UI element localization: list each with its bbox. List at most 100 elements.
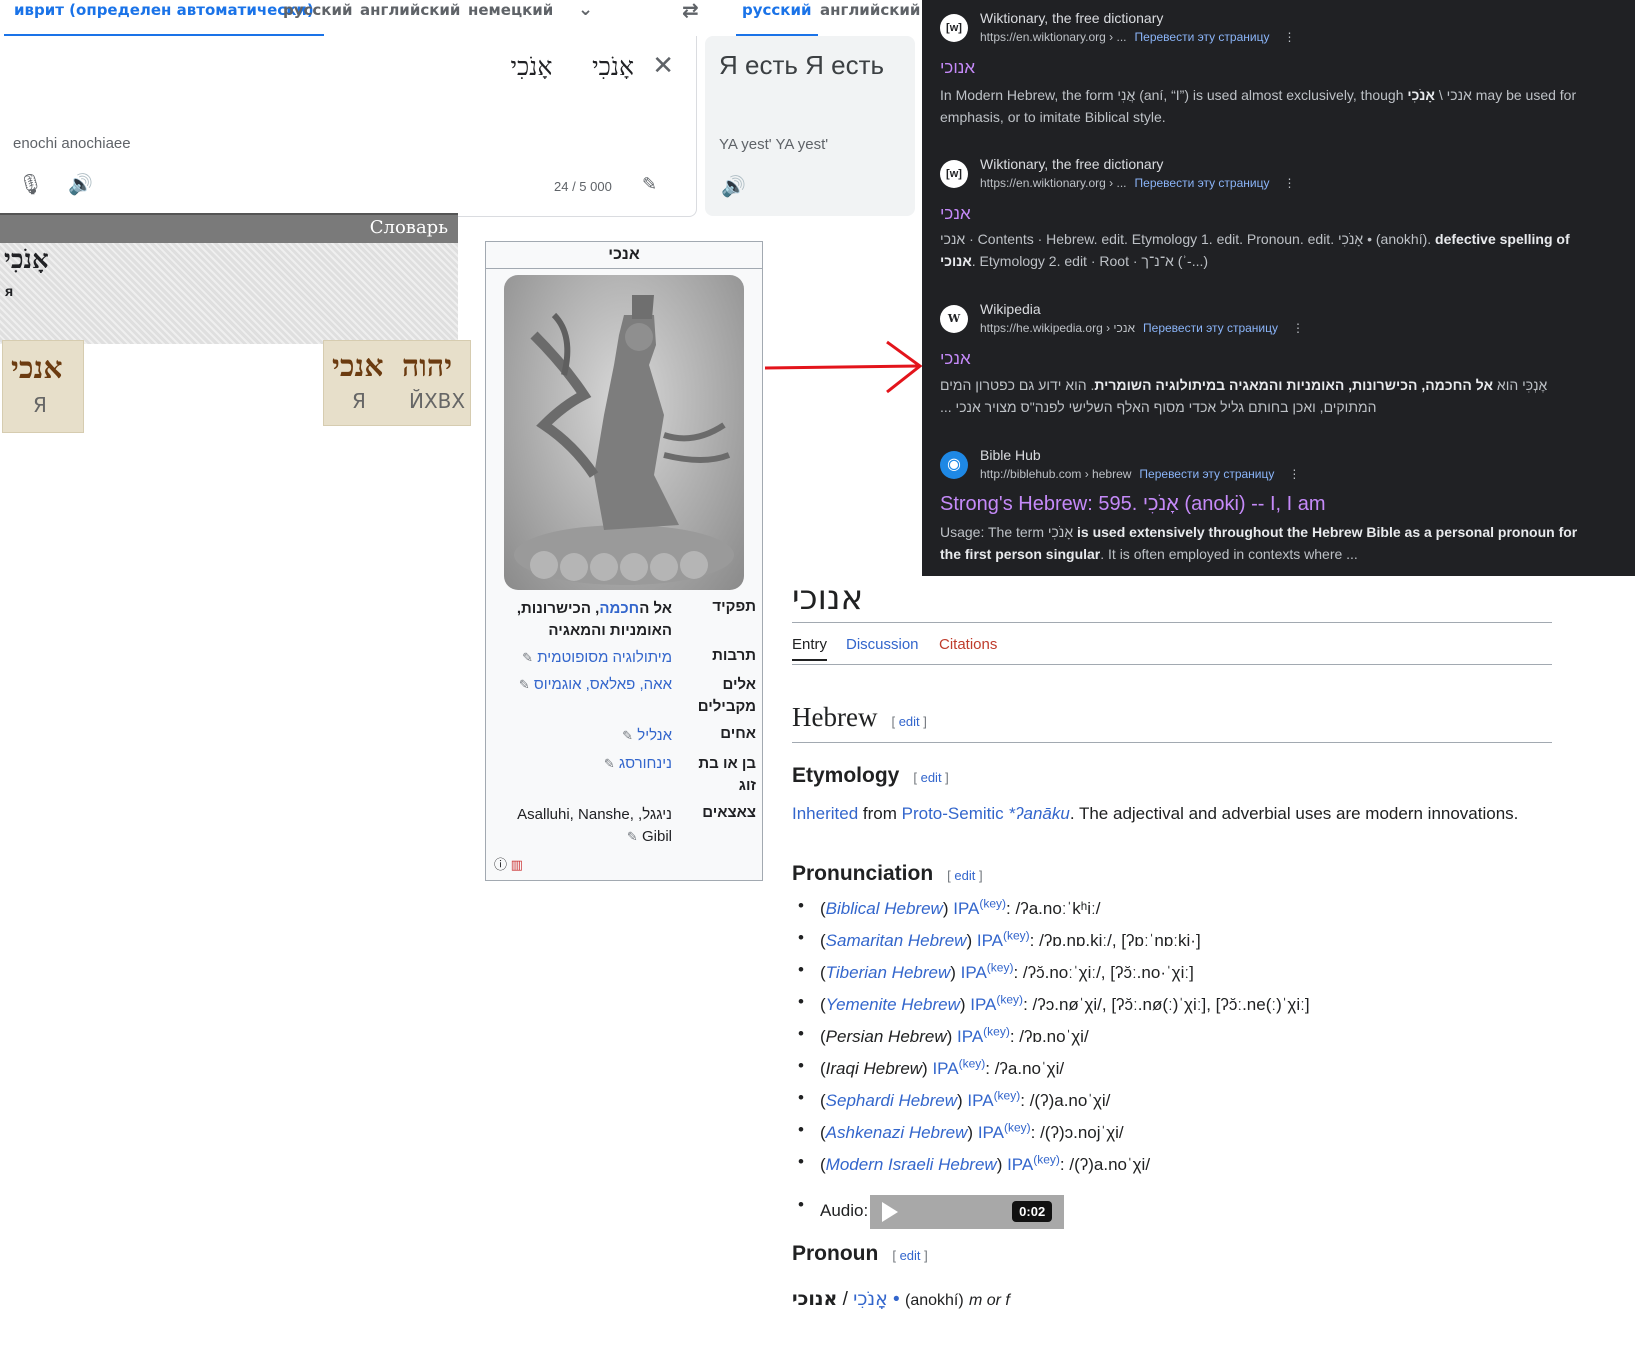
dialect-label[interactable]: Ashkenazi Hebrew bbox=[826, 1123, 968, 1142]
headword-translit: (anokhí) bbox=[905, 1292, 964, 1309]
ipa-key-link[interactable]: (key) bbox=[996, 992, 1023, 1006]
proto-semitic-link[interactable]: Proto-Semitic bbox=[902, 804, 1004, 823]
ipa-link[interactable]: IPA bbox=[932, 1059, 958, 1078]
ipa-link[interactable]: IPA bbox=[967, 1091, 993, 1110]
more-vert-icon[interactable]: ⋮ bbox=[1283, 176, 1295, 190]
result-title-link[interactable]: אנכי bbox=[940, 349, 971, 369]
source-text[interactable]: אָנֹכִי אָנֹכִי bbox=[510, 52, 634, 82]
more-vert-icon[interactable]: ⋮ bbox=[1288, 467, 1300, 481]
mesopotamian-mythology-link[interactable]: מיתולוגיה מסופוטמית bbox=[537, 649, 672, 666]
chevron-down-icon[interactable]: ⌄ bbox=[578, 0, 593, 34]
tab-citations[interactable]: Citations bbox=[939, 636, 997, 653]
dialect-label: Persian Hebrew bbox=[825, 1026, 947, 1046]
play-icon[interactable] bbox=[882, 1202, 899, 1222]
translate-page-link[interactable]: Перевести эту страницу bbox=[1143, 321, 1278, 335]
translate-page-link[interactable]: Перевести эту страницу bbox=[1135, 30, 1270, 44]
tab-source-russian[interactable]: русский bbox=[283, 0, 353, 34]
pronunciation-item: (Ashkenazi Hebrew) IPA(key): /(ʔ)ɔ.nojˈχ… bbox=[798, 1120, 1124, 1143]
swap-icon[interactable]: ⇄ bbox=[682, 0, 699, 34]
close-icon[interactable]: ✕ bbox=[652, 50, 674, 81]
dialect-label[interactable]: Samaritan Hebrew bbox=[826, 931, 967, 950]
dialect-label[interactable]: Yemenite Hebrew bbox=[826, 995, 960, 1014]
edit-link[interactable]: edit bbox=[954, 868, 975, 883]
edit-link[interactable]: edit bbox=[921, 770, 942, 785]
wikidata-icon[interactable]: ▥ bbox=[511, 857, 523, 872]
ipa-link[interactable]: IPA bbox=[970, 995, 996, 1014]
dialect-label[interactable]: Biblical Hebrew bbox=[826, 899, 943, 918]
ipa-link[interactable]: IPA bbox=[978, 1123, 1004, 1142]
ipa-transcription: /ʔa.noːˈkʰiː/ bbox=[1015, 898, 1101, 918]
tab-source-english[interactable]: английский bbox=[360, 0, 460, 34]
pencil-icon[interactable]: ✎ bbox=[622, 728, 633, 743]
tab-target-russian[interactable]: русский bbox=[736, 0, 818, 37]
info-icon[interactable]: ⓘ ▥ bbox=[494, 854, 523, 873]
dictionary-title: Словарь bbox=[369, 217, 448, 238]
result-title-link[interactable]: Strong's Hebrew: 595. אָנֹכִי (anoki) --… bbox=[940, 493, 1326, 516]
audio-player[interactable]: 0:02 bbox=[870, 1195, 1065, 1229]
ipa-key-link[interactable]: (key) bbox=[1033, 1152, 1060, 1166]
result-snippet: Usage: The term אָנֹכִי is used extensiv… bbox=[940, 524, 1578, 562]
ipa-transcription: /(ʔ)ɔ.nojˈχi/ bbox=[1040, 1122, 1124, 1142]
ipa-link[interactable]: IPA bbox=[957, 1027, 983, 1046]
pencil-icon[interactable]: ✎ bbox=[604, 756, 615, 771]
ipa-link[interactable]: IPA bbox=[953, 899, 979, 918]
dialect-label[interactable]: Sephardi Hebrew bbox=[826, 1091, 957, 1110]
speaker-icon[interactable]: 🔊 bbox=[68, 172, 93, 197]
pronunciation-heading: Pronunciation[ edit ] bbox=[792, 862, 983, 885]
more-vert-icon[interactable]: ⋮ bbox=[1283, 30, 1295, 44]
etymology-text: Inherited from Proto-Semitic *ʔanāku. Th… bbox=[792, 804, 1519, 823]
ipa-key-link[interactable]: (key) bbox=[1003, 928, 1030, 942]
edit-link[interactable]: edit bbox=[900, 1248, 921, 1263]
pointed-form-link[interactable]: אָנֹכִי bbox=[853, 1288, 888, 1310]
parallel-gods-links[interactable]: אאה, פאלאס, אוגמיוס bbox=[534, 676, 672, 693]
tab-source-hebrew-detected[interactable]: иврит (определен автоматически) bbox=[4, 0, 324, 37]
ipa-key-link[interactable]: (key) bbox=[959, 1056, 986, 1070]
dialect-label[interactable]: Tiberian Hebrew bbox=[826, 963, 951, 982]
edit-link[interactable]: edit bbox=[899, 714, 920, 729]
word-tile-pair: יהוה ЙХВХ אנכי Я bbox=[323, 340, 471, 426]
mic-icon[interactable]: 🎙 bbox=[18, 172, 43, 197]
speaker-icon[interactable]: 🔊 bbox=[721, 174, 746, 199]
result-title-link[interactable]: אנוכי bbox=[940, 58, 975, 78]
red-arrow-annotation bbox=[765, 340, 923, 394]
pencil-icon[interactable]: ✎ bbox=[642, 174, 657, 195]
tab-source-german[interactable]: немецкий bbox=[468, 0, 553, 34]
result-url: https://he.wikipedia.org › אנכי Перевести… bbox=[980, 321, 1304, 335]
relief-image[interactable] bbox=[504, 275, 744, 590]
ipa-key-link[interactable]: (key) bbox=[994, 1088, 1021, 1102]
tab-entry[interactable]: Entry bbox=[792, 636, 828, 661]
ipa-link[interactable]: IPA bbox=[1007, 1155, 1033, 1174]
ipa-key-link[interactable]: (key) bbox=[987, 960, 1014, 974]
ipa-key-link[interactable]: (key) bbox=[1004, 1120, 1031, 1134]
more-vert-icon[interactable]: ⋮ bbox=[1292, 321, 1304, 335]
result-title-link[interactable]: אנכי bbox=[940, 204, 971, 224]
headword-line: אָנֹכִי / אנוכי • (anokhí) m or f bbox=[792, 1288, 1010, 1310]
ninhursag-link[interactable]: נינחורסג bbox=[619, 755, 672, 772]
headword: אנוכי bbox=[792, 1288, 838, 1310]
ipa-link[interactable]: IPA bbox=[977, 931, 1003, 950]
dialect-label[interactable]: Modern Israeli Hebrew bbox=[826, 1155, 997, 1174]
infobox-label: אלים מקבילים bbox=[697, 676, 756, 715]
ipa-link[interactable]: IPA bbox=[961, 963, 987, 982]
source-text-panel[interactable]: אָנֹכִי אָנֹכִי ✕ enochi anochiaee 🎙 🔊 2… bbox=[2, 36, 697, 217]
ipa-key-link[interactable]: (key) bbox=[983, 1024, 1010, 1038]
headword-gender: m or f bbox=[968, 1292, 1010, 1309]
tab-discussion[interactable]: Discussion bbox=[846, 636, 919, 653]
translate-page-link[interactable]: Перевести эту страницу bbox=[1139, 467, 1274, 481]
pronunciation-item: (Sephardi Hebrew) IPA(key): /(ʔ)a.noˈχi/ bbox=[798, 1088, 1110, 1111]
pencil-icon[interactable]: ✎ bbox=[627, 829, 638, 844]
ipa-key-link[interactable]: (key) bbox=[979, 896, 1006, 910]
search-result: W Wikipedia https://he.wikipedia.org › א… bbox=[940, 301, 1620, 431]
enlil-link[interactable]: אנליל bbox=[637, 727, 672, 744]
infobox-value: נינחורסג ✎ bbox=[492, 753, 672, 775]
tab-target-english[interactable]: английский bbox=[820, 0, 920, 34]
pencil-icon[interactable]: ✎ bbox=[519, 677, 530, 692]
ipa-transcription: /ʔɒ.nɒ.kiː/, [ʔɒːˈnɒːki·] bbox=[1039, 930, 1201, 950]
infobox-row-offspring: צאצאים ניגגל, Asalluhi, Nanshe, Gibil ✎ bbox=[486, 804, 762, 850]
word-tile: אנכי Я bbox=[2, 340, 84, 433]
inherited-link[interactable]: Inherited bbox=[792, 804, 858, 823]
wisdom-link[interactable]: חכמה bbox=[599, 600, 639, 617]
translate-page-link[interactable]: Перевести эту страницу bbox=[1135, 176, 1270, 190]
pencil-icon[interactable]: ✎ bbox=[522, 650, 533, 665]
reconstruction-link[interactable]: *ʔanāku bbox=[1008, 804, 1069, 823]
